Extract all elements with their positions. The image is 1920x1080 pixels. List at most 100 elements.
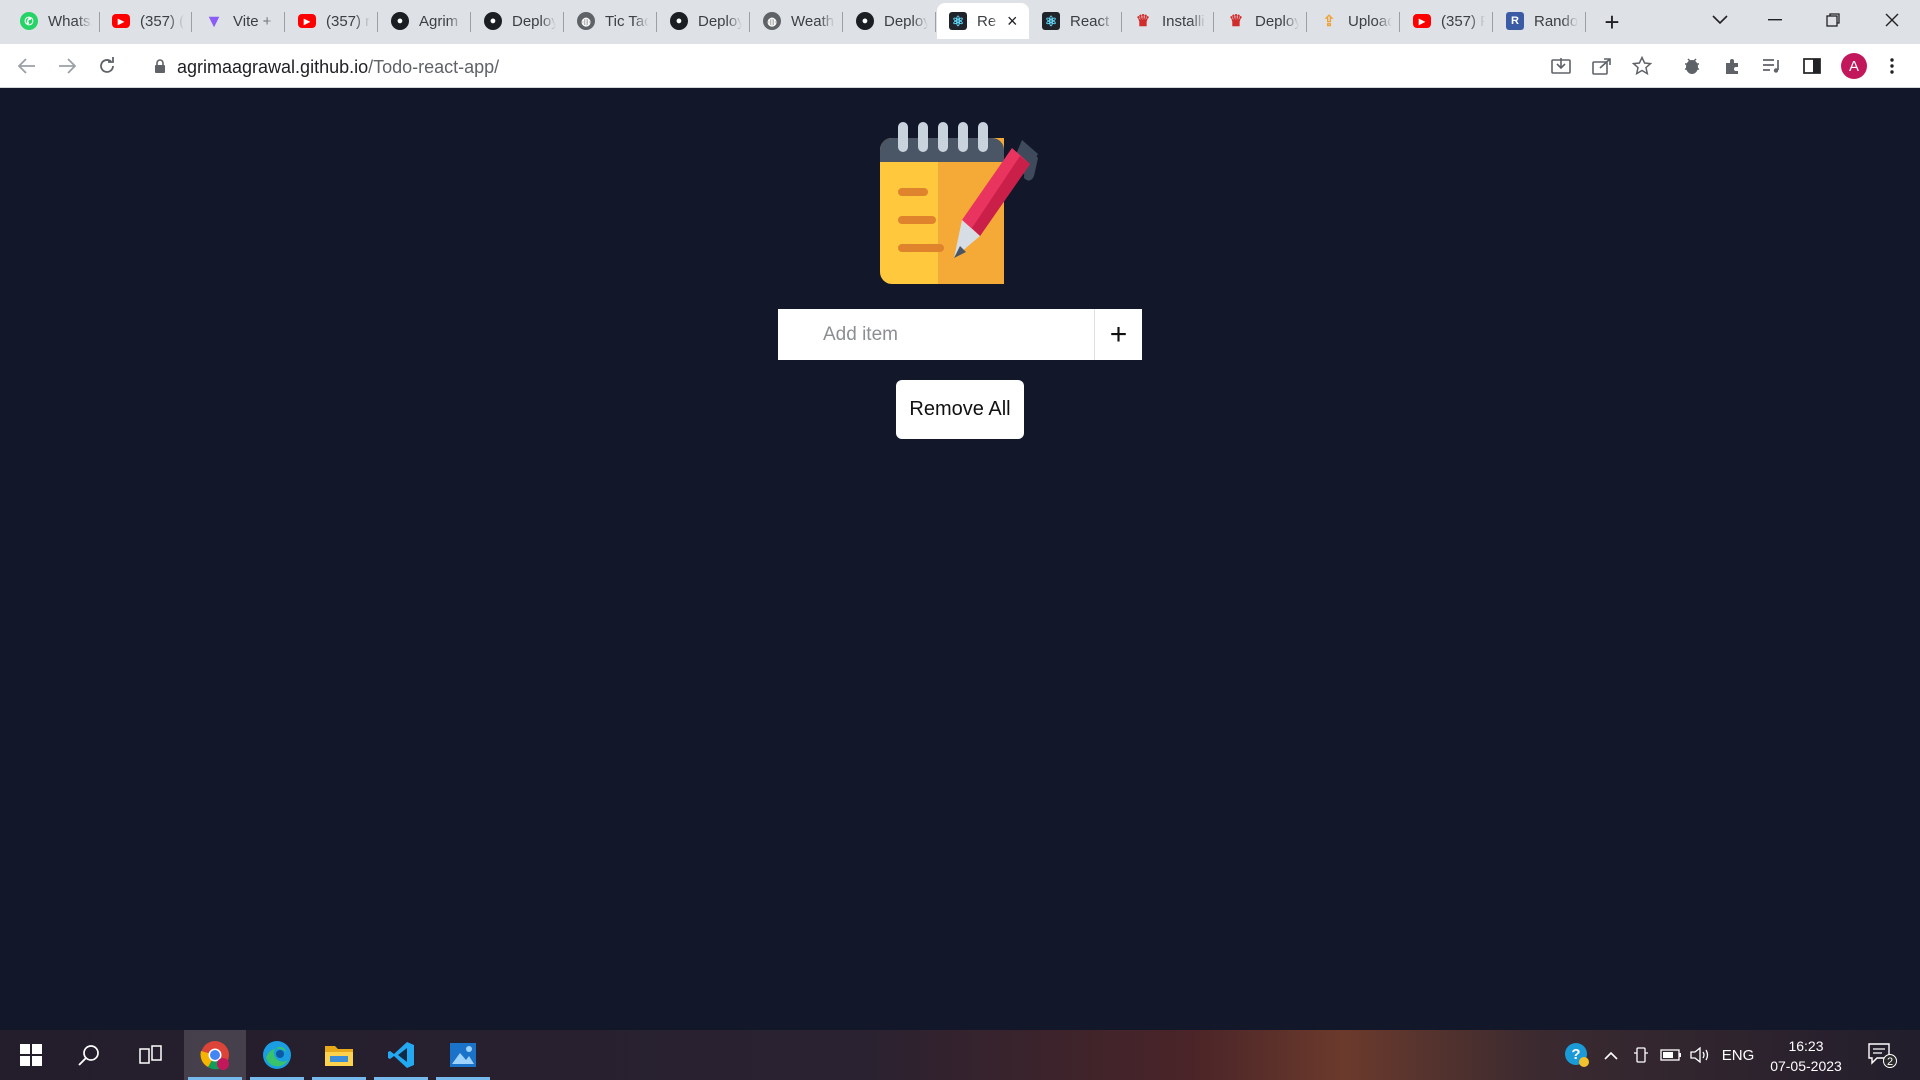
vite-icon: ▼ [205,10,223,31]
tab-title: Rando [1534,12,1578,30]
todo-app-page: + Remove All [0,88,1920,1030]
battery-icon[interactable] [1658,1030,1684,1080]
browser-tab[interactable]: ⚛ Re × [937,3,1029,39]
browser-tab[interactable]: ▼ Vite + [193,3,285,39]
browser-tab[interactable]: ▶ (357) r [286,3,378,39]
tab-strip: ✆WhatsApp▶(357) (▼Vite + ▶(357) r●Agrim●… [0,0,1920,44]
tab-title: (357) r [326,12,370,30]
close-window-button[interactable] [1872,6,1912,34]
youtube-icon: ▶ [112,14,130,28]
browser-tab[interactable]: ● Deploy [658,3,750,39]
language-indicator[interactable]: ENG [1718,1030,1758,1080]
tab-title: WhatsApp [48,12,92,30]
chrome-icon[interactable] [184,1030,246,1080]
add-item-input[interactable] [778,309,1094,360]
search-icon[interactable] [58,1030,120,1080]
help-badge-icon[interactable]: ? [1562,1030,1592,1080]
bookmark-star-icon[interactable] [1628,52,1656,80]
url-path: /Todo-react-app/ [368,57,500,77]
forward-button[interactable] [53,52,81,80]
add-item-row: + [778,309,1142,360]
minimize-button[interactable] [1755,6,1795,34]
menu-kebab-icon[interactable] [1878,52,1906,80]
crown-icon: ♛ [1228,13,1244,30]
extension-bug-icon[interactable] [1678,52,1706,80]
restore-button[interactable] [1813,6,1853,34]
browser-tab[interactable]: ♛ Deploy [1215,3,1307,39]
reload-button[interactable] [93,52,121,80]
browser-tab[interactable]: ● Deploy [472,3,564,39]
share-icon[interactable] [1588,52,1616,80]
browser-tab[interactable]: ● Agrim [379,3,471,39]
browser-tab[interactable]: ✆ WhatsApp [8,3,100,39]
start-icon[interactable] [0,1030,62,1080]
browser-tab[interactable]: ▶ (357) ( [100,3,192,39]
github-icon: ● [856,12,874,30]
vscode-icon[interactable] [370,1030,432,1080]
browser-tab[interactable]: ▶ (357) F [1401,3,1493,39]
tab-title: Upload [1348,12,1392,30]
install-app-icon[interactable] [1547,52,1575,80]
address-bar[interactable]: agrimaagrawal.github.io/Todo-react-app/ [140,48,1880,84]
tab-separator [656,12,657,32]
tab-separator [1585,12,1586,32]
youtube-icon: ▶ [1413,14,1431,28]
add-item-button[interactable]: + [1094,309,1142,360]
notification-center-icon[interactable]: 2 [1864,1030,1900,1080]
windows-taskbar: ? ENG 16:23 07-05-2023 2 [0,1030,1920,1080]
edge-icon[interactable] [246,1030,308,1080]
new-tab-button[interactable]: + [1598,7,1626,37]
browser-tab[interactable]: ⇪ Upload [1308,3,1400,39]
file-explorer-icon[interactable] [308,1030,370,1080]
task-view-icon[interactable] [120,1030,182,1080]
side-panel-icon[interactable] [1798,52,1826,80]
tab-title: Vite + [233,12,272,30]
tab-separator [842,12,843,32]
browser-tab[interactable]: ◍ Weath [751,3,843,39]
volume-icon[interactable] [1688,1030,1712,1080]
tab-title: Deploy [884,12,928,30]
tab-title: Tic Tac [605,12,649,30]
tab-title: React [1070,12,1110,30]
browser-tab[interactable]: ♛ Installi [1122,3,1214,39]
browser-tab[interactable]: ⚛ React [1030,3,1122,39]
tab-separator [377,12,378,32]
github-icon: ● [670,12,688,30]
browser-tab[interactable]: ◍ Tic Tac [565,3,657,39]
tab-title: Deploy [1255,12,1299,30]
tab-search-chevron-icon[interactable] [1700,6,1740,34]
tab-title: Installi [1162,12,1205,30]
rando-icon: R [1506,12,1524,30]
tab-title: Re [977,12,997,30]
remove-all-button[interactable]: Remove All [896,380,1024,439]
tab-separator [1306,12,1307,32]
browser-tab[interactable]: ● Deploy [844,3,936,39]
browser-tab[interactable]: R Rando [1494,3,1586,39]
tab-title: Agrim [419,12,459,30]
svg-text:?: ? [1571,1046,1580,1063]
tab-separator [191,12,192,32]
url-host: agrimaagrawal.github.io [177,57,369,77]
globe-icon: ◍ [577,12,595,30]
show-hidden-icons-chevron-icon[interactable] [1600,1030,1622,1080]
tab-separator [563,12,564,32]
close-tab-icon[interactable]: × [1007,12,1018,30]
profile-avatar[interactable]: A [1841,53,1867,79]
media-control-icon[interactable] [1758,52,1786,80]
tab-separator [935,12,936,32]
back-button[interactable] [13,52,41,80]
photos-icon[interactable] [432,1030,494,1080]
crown-icon: ♛ [1135,13,1151,30]
tab-separator [1492,12,1493,32]
youtube-icon: ▶ [298,14,316,28]
github-icon: ● [484,12,502,30]
tab-title: Deploy [698,12,742,30]
url-text: agrimaagrawal.github.io/Todo-react-app/ [177,57,499,78]
clock[interactable]: 16:23 07-05-2023 [1762,1036,1850,1076]
tab-separator [1399,12,1400,32]
tab-separator [1213,12,1214,32]
extensions-puzzle-icon[interactable] [1718,52,1746,80]
tab-title: Deploy [512,12,556,30]
notepad-pen-icon [880,122,1038,284]
device-icon[interactable] [1630,1030,1652,1080]
